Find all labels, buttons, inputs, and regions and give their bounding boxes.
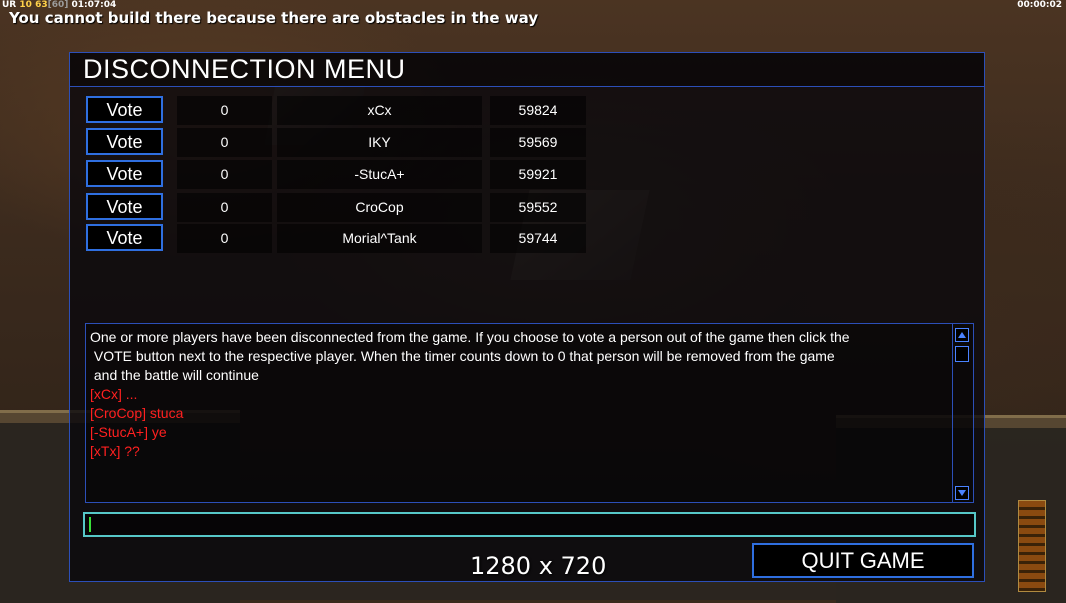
- player-ping: 59552: [490, 193, 586, 222]
- text-caret: [89, 517, 91, 532]
- vote-count: 0: [177, 160, 272, 189]
- player-ping: 59824: [490, 96, 586, 125]
- message-text: One or more players have been disconnect…: [90, 328, 950, 461]
- player-ping: 59569: [490, 128, 586, 157]
- player-name: IKY: [277, 128, 482, 157]
- scroll-up-button[interactable]: [955, 328, 969, 342]
- player-ping: 59921: [490, 160, 586, 189]
- scroll-thumb[interactable]: [955, 346, 969, 362]
- player-name: xCx: [277, 96, 482, 125]
- player-row: Vote 0 xCx 59824: [70, 96, 984, 125]
- vote-button[interactable]: Vote: [86, 96, 163, 123]
- vote-button[interactable]: Vote: [86, 128, 163, 155]
- countdown-timer: 00:00:02: [1017, 0, 1062, 10]
- arrow-down-icon: [958, 490, 966, 496]
- disconnection-dialog: DISCONNECTION MENU Vote 0 xCx 59824 Vote…: [69, 52, 985, 582]
- dialog-title: DISCONNECTION MENU: [83, 54, 406, 84]
- chat-line: [xCx] ...: [90, 386, 138, 402]
- warning-message: You cannot build there because there are…: [9, 9, 539, 27]
- vote-count: 0: [177, 224, 272, 253]
- vote-button[interactable]: Vote: [86, 160, 163, 187]
- chat-line: [xTx] ??: [90, 443, 140, 459]
- info-line: VOTE button next to the respective playe…: [90, 348, 835, 364]
- scrollbar[interactable]: [952, 324, 973, 502]
- quit-game-button[interactable]: QUIT GAME: [752, 543, 974, 578]
- vote-button[interactable]: Vote: [86, 193, 163, 220]
- vote-count: 0: [177, 128, 272, 157]
- player-row: Vote 0 CroCop 59552: [70, 193, 984, 222]
- scroll-down-button[interactable]: [955, 486, 969, 500]
- power-meter: [1018, 500, 1046, 592]
- player-ping: 59744: [490, 224, 586, 253]
- vote-count: 0: [177, 96, 272, 125]
- resolution-label: 1280 x 720: [470, 552, 607, 580]
- player-name: -StucA+: [277, 160, 482, 189]
- arrow-up-icon: [958, 332, 966, 338]
- chat-input[interactable]: [83, 512, 976, 537]
- vote-button[interactable]: Vote: [86, 224, 163, 251]
- player-name: CroCop: [277, 193, 482, 222]
- message-log[interactable]: One or more players have been disconnect…: [85, 323, 974, 503]
- player-row: Vote 0 IKY 59569: [70, 128, 984, 157]
- chat-line: [CroCop] stuca: [90, 405, 184, 421]
- info-line: One or more players have been disconnect…: [90, 329, 850, 345]
- player-row: Vote 0 -StucA+ 59921: [70, 160, 984, 189]
- vote-count: 0: [177, 193, 272, 222]
- info-line: and the battle will continue: [90, 367, 259, 383]
- player-name: Morial^Tank: [277, 224, 482, 253]
- dialog-title-bar: DISCONNECTION MENU: [70, 53, 984, 87]
- chat-line: [-StucA+] ye: [90, 424, 167, 440]
- player-row: Vote 0 Morial^Tank 59744: [70, 224, 984, 253]
